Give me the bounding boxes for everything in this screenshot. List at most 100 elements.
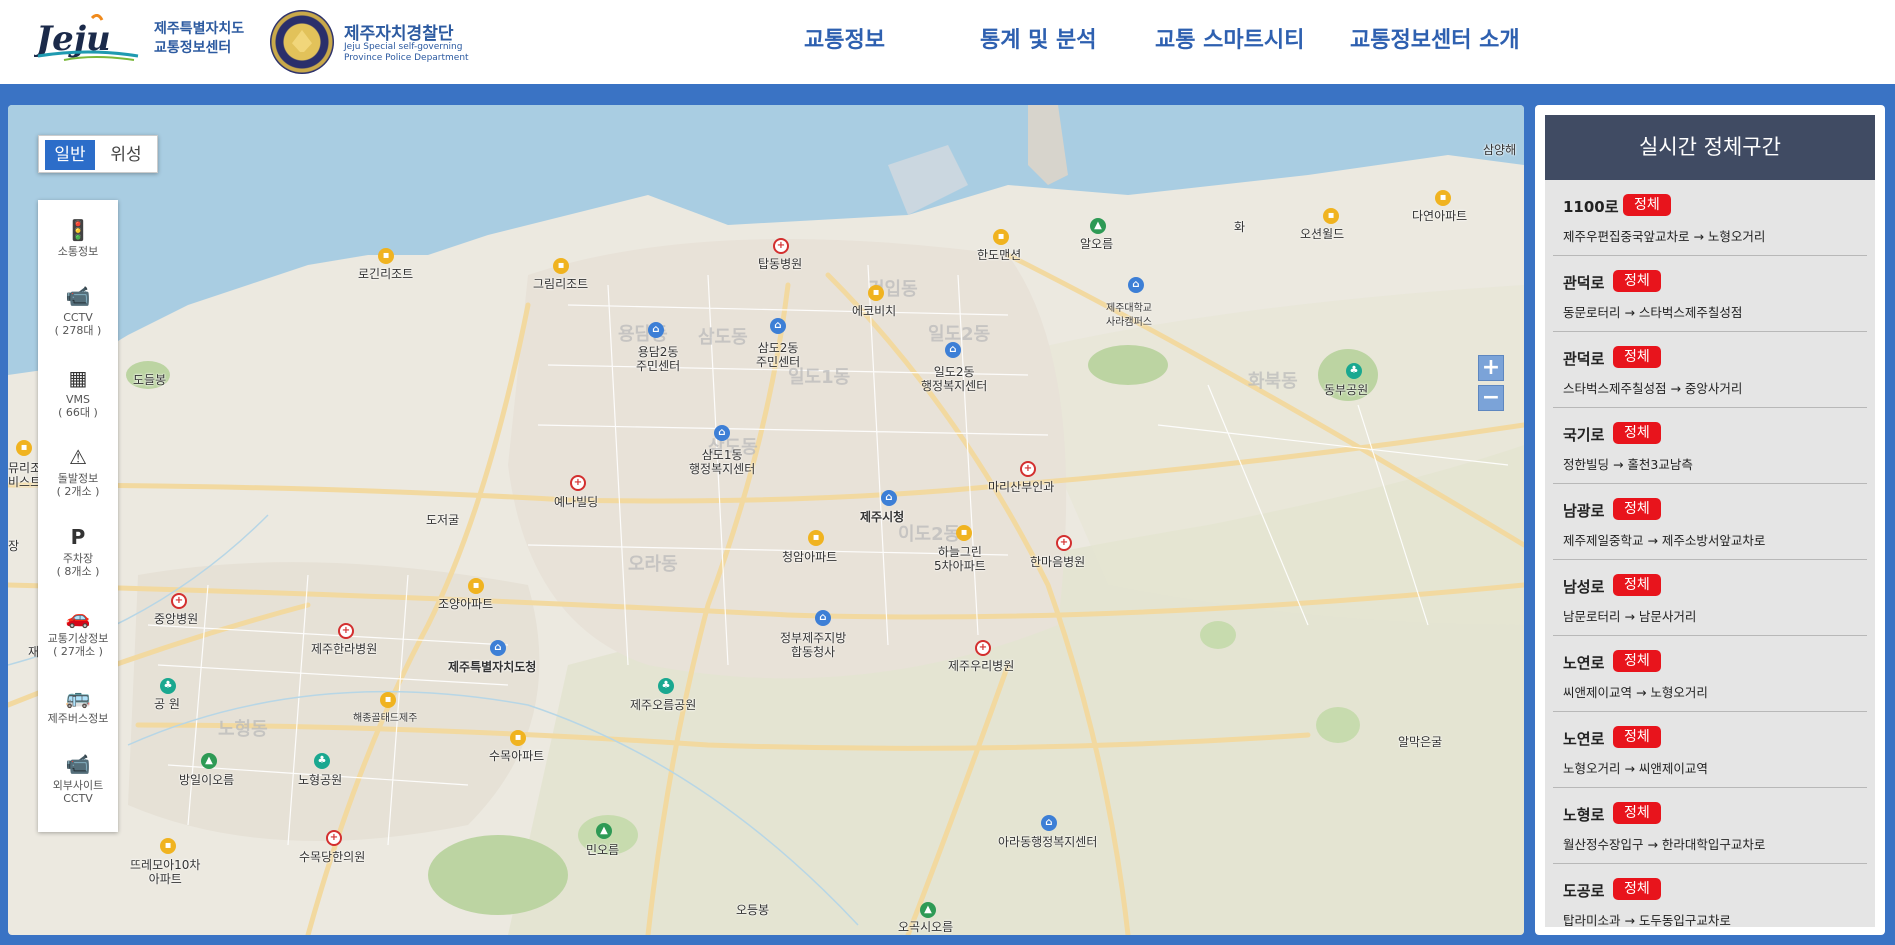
- nav-smart-city[interactable]: 교통 스마트시티: [1155, 22, 1304, 54]
- tool-parking[interactable]: P 주차장 ( 8개소 ): [38, 525, 118, 578]
- nav-about-center[interactable]: 교통정보센터 소개: [1350, 22, 1520, 54]
- apartment-pin-icon[interactable]: ▪: [956, 525, 972, 541]
- place-label: 한마음병원: [1030, 555, 1086, 569]
- hospital-pin-icon[interactable]: +: [975, 640, 991, 656]
- status-badge: 정체: [1613, 650, 1661, 672]
- tool-label: 외부사이트: [52, 779, 104, 792]
- office-pin-icon[interactable]: ⌂: [945, 342, 961, 358]
- hospital-pin-icon[interactable]: +: [338, 623, 354, 639]
- congestion-item[interactable]: 관덕로 정체 스타벅스제주칠성점 → 중앙사거리: [1553, 332, 1867, 408]
- park-pin-icon[interactable]: ▲: [920, 902, 936, 918]
- apartment-pin-icon[interactable]: ▪: [160, 838, 176, 854]
- tool-label: 주차장: [62, 552, 94, 565]
- tool-cctv[interactable]: 📹 CCTV ( 278대 ): [38, 284, 118, 337]
- traffic-map[interactable]: 용담동 삼도동 일도1동 일도2동 건입동 이도2동 오라동 노형동 삼도동 화…: [8, 105, 1524, 935]
- vms-icon: ▦: [68, 366, 88, 390]
- office-pin-icon[interactable]: ⌂: [815, 610, 831, 626]
- tool-traffic-flow[interactable]: 🚦 소통정보: [38, 218, 118, 258]
- congestion-item[interactable]: 노형로 정체 월산정수장입구 → 한라대학입구교차로: [1553, 788, 1867, 864]
- hospital-pin-icon[interactable]: +: [1020, 461, 1036, 477]
- jeju-logo[interactable]: Jeju: [34, 14, 142, 64]
- place-label: 삼양해: [1483, 143, 1517, 157]
- nav-statistics[interactable]: 통계 및 분석: [980, 22, 1097, 54]
- office-pin-icon[interactable]: ⌂: [490, 640, 506, 656]
- apartment-pin-icon[interactable]: ▪: [1435, 190, 1451, 206]
- park-pin-icon[interactable]: ♣: [160, 678, 176, 694]
- apartment-pin-icon[interactable]: ▪: [553, 258, 569, 274]
- tool-label: 교통기상정보: [47, 632, 109, 645]
- hospital-pin-icon[interactable]: +: [171, 593, 187, 609]
- park-pin-icon[interactable]: ♣: [658, 678, 674, 694]
- congestion-item[interactable]: 남광로 정체 제주제일중학교 → 제주소방서앞교차로: [1553, 484, 1867, 560]
- apartment-pin-icon[interactable]: ▪: [1323, 208, 1339, 224]
- park-pin-icon[interactable]: ♣: [1346, 363, 1362, 379]
- tool-vms[interactable]: ▦ VMS ( 66대 ): [38, 366, 118, 419]
- congestion-item[interactable]: 국기로 정체 정한빌딩 → 홀천3교남측: [1553, 408, 1867, 484]
- congestion-item[interactable]: 남성로 정체 남문로터리 → 남문사거리: [1553, 560, 1867, 636]
- office-pin-icon[interactable]: ⌂: [648, 322, 664, 338]
- weather-car-icon: 🚗: [65, 605, 91, 629]
- hospital-pin-icon[interactable]: +: [570, 475, 586, 491]
- school-pin-icon[interactable]: ⌂: [1128, 277, 1144, 293]
- place-label: 중앙병원: [154, 612, 199, 626]
- office-pin-icon[interactable]: ⌂: [1041, 815, 1057, 831]
- status-badge: 정체: [1613, 574, 1661, 596]
- route-text: 씨앤제이교역 → 노형오거리: [1563, 685, 1708, 700]
- nav-traffic-info[interactable]: 교통정보: [804, 22, 885, 54]
- park-pin-icon[interactable]: ▲: [1090, 218, 1106, 234]
- apartment-pin-icon[interactable]: ▪: [380, 692, 396, 708]
- road-name: 국기로: [1563, 426, 1605, 444]
- tool-incident[interactable]: ⚠ 돌발정보 ( 2개소 ): [38, 445, 118, 498]
- warning-icon: ⚠: [69, 445, 87, 469]
- tool-external-cctv[interactable]: 📹 외부사이트 CCTV: [38, 752, 118, 805]
- hospital-pin-icon[interactable]: +: [773, 238, 789, 254]
- police-title: 제주자치경찰단: [344, 24, 454, 44]
- place-label: 뜨레모아10차 아파트: [130, 858, 201, 886]
- park-pin-icon[interactable]: ▲: [201, 753, 217, 769]
- place-label: 제주우리병원: [948, 659, 1015, 673]
- park-pin-icon[interactable]: ▲: [596, 823, 612, 839]
- apartment-pin-icon[interactable]: ▪: [993, 229, 1009, 245]
- zoom-out-button[interactable]: −: [1478, 385, 1504, 411]
- place-label: 장: [8, 539, 20, 553]
- hospital-pin-icon[interactable]: +: [1056, 535, 1072, 551]
- tool-count: CCTV: [63, 792, 93, 805]
- status-badge: 정체: [1613, 422, 1661, 444]
- route-text: 제주제일중학교 → 제주소방서앞교차로: [1563, 533, 1766, 548]
- status-badge: 정체: [1613, 878, 1661, 900]
- map-type-satellite-button[interactable]: 위성: [99, 140, 153, 170]
- place-label: 민오름: [586, 843, 620, 857]
- office-pin-icon[interactable]: ⌂: [770, 318, 786, 334]
- tool-road-weather[interactable]: 🚗 교통기상정보 ( 27개소 ): [38, 605, 118, 658]
- congestion-panel: 실시간 정체구간 1100로 정체 제주우편집중국앞교차로 → 노형오거리 관덕…: [1535, 105, 1885, 935]
- district-label: 화북동: [1248, 371, 1298, 392]
- hospital-pin-icon[interactable]: +: [326, 830, 342, 846]
- apartment-pin-icon[interactable]: ▪: [378, 248, 394, 264]
- congestion-item[interactable]: 노연로 정체 노형오거리 → 씨앤제이교역: [1553, 712, 1867, 788]
- place-label: 도들봉: [133, 373, 167, 387]
- congestion-item[interactable]: 노연로 정체 씨앤제이교역 → 노형오거리: [1553, 636, 1867, 712]
- zoom-in-button[interactable]: +: [1478, 355, 1504, 381]
- tool-bus-info[interactable]: 🚌 제주버스정보: [38, 685, 118, 725]
- map-type-normal-button[interactable]: 일반: [45, 140, 95, 170]
- congestion-item[interactable]: 관덕로 정체 동문로터리 → 스타벅스제주칠성점: [1553, 256, 1867, 332]
- apartment-pin-icon[interactable]: ▪: [468, 578, 484, 594]
- bus-icon: 🚌: [65, 685, 91, 709]
- congestion-item[interactable]: 1100로 정체 제주우편집중국앞교차로 → 노형오거리: [1553, 180, 1867, 256]
- city-hall-pin-icon[interactable]: ⌂: [881, 490, 897, 506]
- park-pin-icon[interactable]: ♣: [314, 753, 330, 769]
- police-emblem-icon[interactable]: [270, 10, 334, 74]
- road-name: 노형로: [1563, 806, 1605, 824]
- apartment-pin-icon[interactable]: ▪: [808, 530, 824, 546]
- place-label: 정부제주지방 합동청사: [780, 631, 847, 659]
- apartment-pin-icon[interactable]: ▪: [510, 730, 526, 746]
- district-label: 삼도동: [698, 327, 748, 348]
- map-layer-toolbar: 🚦 소통정보 📹 CCTV ( 278대 ) ▦ VMS ( 66대 ) ⚠ 돌…: [38, 200, 118, 832]
- apartment-pin-icon[interactable]: ▪: [868, 285, 884, 301]
- place-label: 화: [1234, 220, 1246, 234]
- congestion-item[interactable]: 도공로 정체 탑라미소과 → 도두동입구교차로: [1553, 864, 1867, 927]
- apartment-pin-icon[interactable]: ▪: [16, 440, 32, 456]
- office-pin-icon[interactable]: ⌂: [714, 425, 730, 441]
- route-text: 동문로터리 → 스타벅스제주칠성점: [1563, 305, 1743, 320]
- congestion-list[interactable]: 실시간 정체구간 1100로 정체 제주우편집중국앞교차로 → 노형오거리 관덕…: [1545, 115, 1875, 927]
